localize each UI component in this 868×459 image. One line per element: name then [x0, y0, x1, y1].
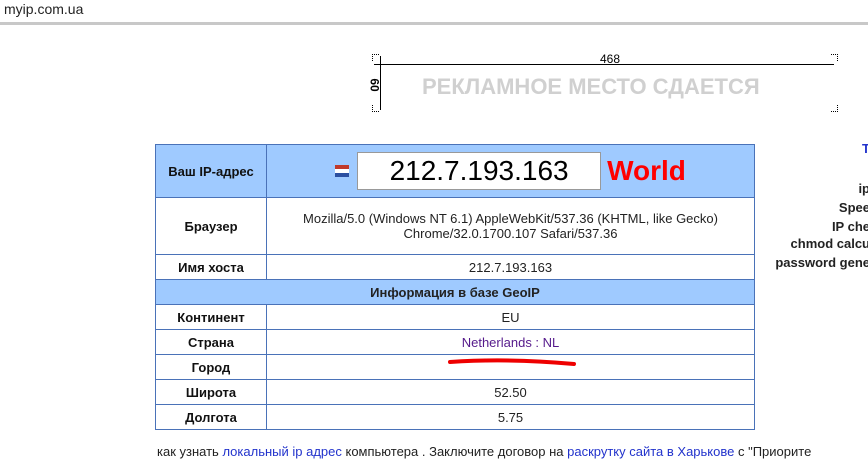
ad-banner-placeholder[interactable]: 468 60 РЕКЛАМНОЕ МЕСТО СДАЕТСЯ [368, 52, 838, 112]
footer-text-2: компьютера . Заключите договор на [341, 444, 568, 459]
seo-kharkov-link[interactable]: раскрутку сайта в Харькове [567, 444, 734, 459]
sidebar-link-2[interactable]: Spee [839, 200, 868, 215]
host-value: 212.7.193.163 [266, 254, 755, 280]
latitude-label: Широта [155, 379, 267, 405]
site-title: myip.com.ua [4, 1, 84, 17]
geoip-header: Информация в базе GeoIP [155, 279, 755, 305]
sidebar-link-4[interactable]: chmod calcu [791, 236, 868, 251]
footer-text-1: как узнать [157, 444, 223, 459]
city-label: Город [155, 354, 267, 380]
sidebar-link-5[interactable]: password gene [775, 255, 868, 270]
browser-label: Браузер [155, 197, 267, 255]
red-underline-annotation [448, 358, 576, 366]
ip-address-field[interactable]: 212.7.193.163 [357, 152, 602, 190]
continent-value: EU [266, 304, 755, 330]
netherlands-flag-icon [335, 165, 350, 177]
continent-label: Континент [155, 304, 267, 330]
country-label: Страна [155, 329, 267, 355]
ip-info-table: Ваш IP-адрес 212.7.193.163 World Браузер … [155, 144, 755, 430]
longitude-value: 5.75 [266, 404, 755, 430]
sidebar-link-1[interactable]: ip [858, 181, 868, 196]
ad-width-label: 468 [599, 52, 621, 66]
local-ip-link[interactable]: локальный ip адрес [222, 444, 341, 459]
footer-text-3: с "Приорите [734, 444, 812, 459]
region-label: World [607, 155, 686, 186]
footer-text: как узнать локальный ip адрес компьютера… [157, 444, 811, 459]
ad-text: РЕКЛАМНОЕ МЕСТО СДАЕТСЯ [422, 74, 760, 99]
browser-line2: Chrome/32.0.1700.107 Safari/537.36 [403, 226, 618, 241]
ip-label: Ваш IP-адрес [155, 144, 267, 198]
latitude-value: 52.50 [266, 379, 755, 405]
host-label: Имя хоста [155, 254, 267, 280]
longitude-label: Долгота [155, 404, 267, 430]
title-bar: myip.com.ua [0, 0, 868, 25]
sidebar-link-0[interactable]: T [862, 141, 868, 156]
ad-height-label: 60 [367, 78, 382, 92]
browser-line1: Mozilla/5.0 (Windows NT 6.1) AppleWebKit… [303, 211, 718, 226]
country-value: Netherlands : NL [266, 329, 755, 355]
sidebar-link-3[interactable]: IP che [832, 219, 868, 234]
